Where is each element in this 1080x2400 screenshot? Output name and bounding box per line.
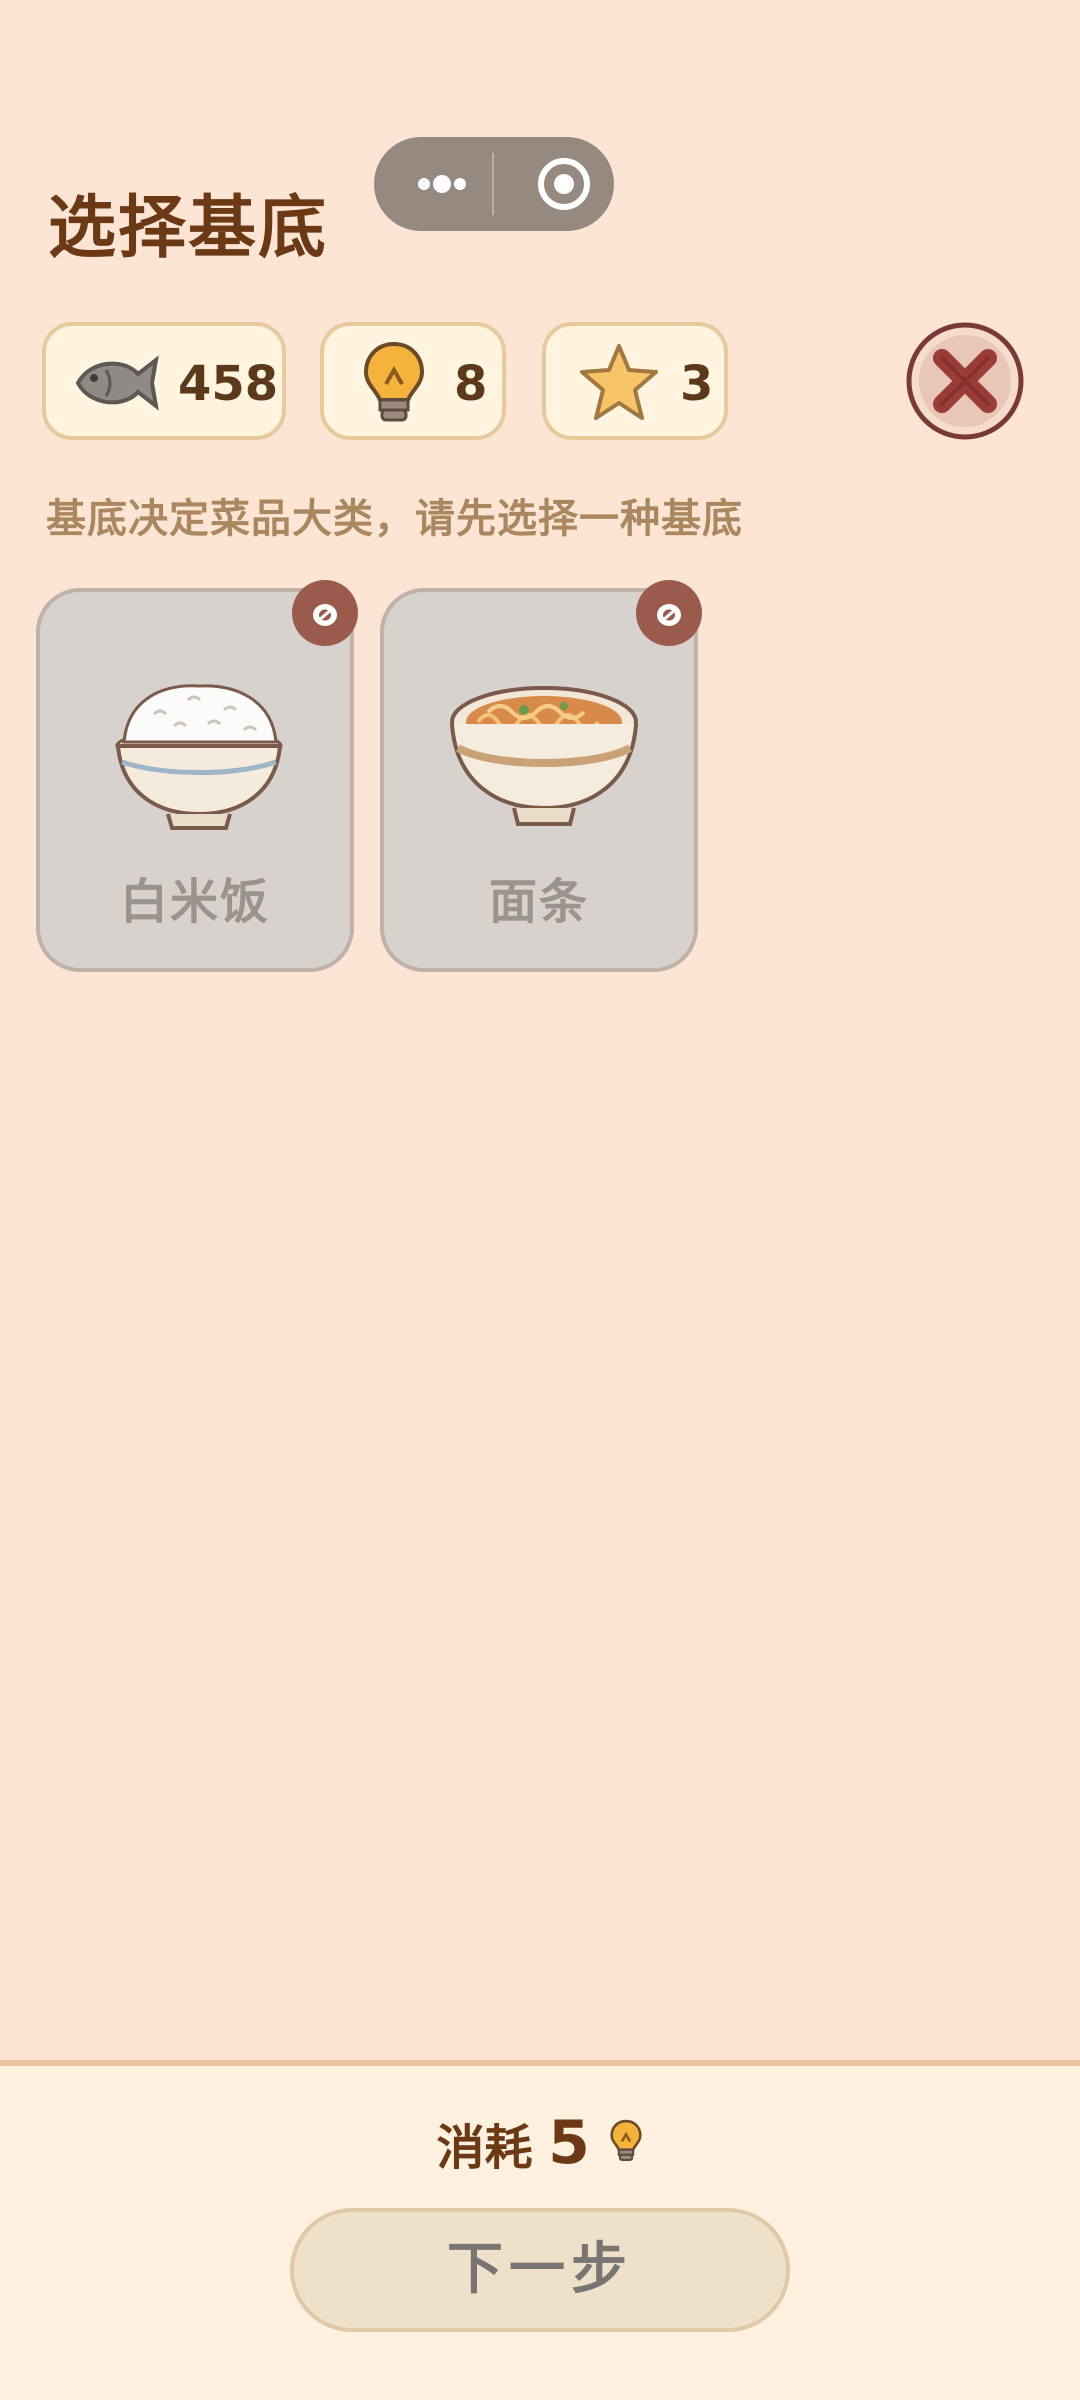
bulb-count: 8 [454, 356, 488, 412]
star-stat: 3 [542, 322, 728, 440]
target-circle-icon[interactable] [524, 137, 614, 231]
base-card-noodles[interactable]: 面条 [380, 580, 702, 972]
fish-icon [72, 350, 162, 420]
star-count: 3 [680, 356, 714, 412]
base-card-rice[interactable]: 白米饭 [36, 580, 358, 972]
lightbulb-icon [362, 340, 426, 430]
page-title: 选择基底 [48, 189, 329, 268]
star-icon [576, 340, 662, 430]
lightbulb-icon [609, 2119, 643, 2167]
base-label-noodles: 面条 [488, 874, 589, 930]
rice-bowl-icon [104, 664, 294, 848]
capsule-divider [492, 153, 494, 215]
miniapp-capsule [374, 137, 614, 231]
next-step-button[interactable]: 下一步 [290, 2208, 790, 2332]
fish-stat: 458 [42, 322, 286, 440]
more-dots-icon[interactable] [404, 137, 504, 231]
bulb-stat: 8 [320, 322, 506, 440]
cost-value: 5 [548, 2108, 590, 2178]
close-button[interactable] [906, 322, 1024, 440]
eye-off-badge-icon [290, 578, 360, 652]
fish-count: 458 [178, 356, 279, 412]
eye-off-badge-icon [634, 578, 704, 652]
base-label-rice: 白米饭 [119, 874, 270, 930]
cost-row: 消耗 5 [0, 2108, 1080, 2178]
page: 选择基底 458 8 3 基底决定菜品大类，请先选择一种基底 白米饭 面条 消耗… [0, 0, 1080, 2400]
cost-label: 消耗 [436, 2120, 533, 2176]
noodle-bowl-icon [444, 664, 644, 848]
close-x-icon [906, 322, 1024, 440]
hint-text: 基底决定菜品大类，请先选择一种基底 [46, 496, 743, 542]
